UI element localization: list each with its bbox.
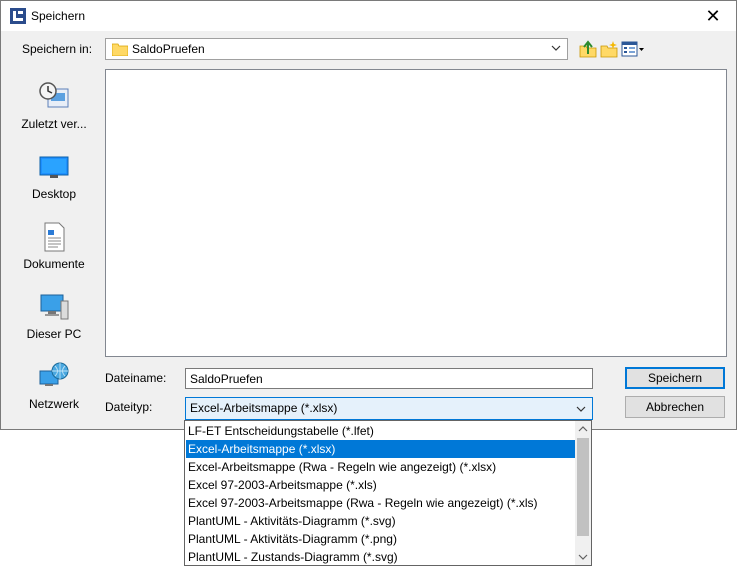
filename-label: Dateiname: [105,371,167,385]
desktop-icon [39,156,69,178]
computer-icon [40,294,69,320]
save-in-folder: SaldoPruefen [132,42,205,56]
chevron-down-icon [576,406,586,412]
filetype-option[interactable]: PlantUML - Zustands-Diagramm (*.svg) [186,548,576,566]
view-menu-icon[interactable] [621,40,645,58]
save-dialog: Speichern ✕ Speichern in: SaldoPruefen Z… [0,0,737,430]
filetype-option[interactable]: PlantUML - Aktivitäts-Diagramm (*.svg) [186,512,576,530]
filename-value: SaldoPruefen [190,372,263,386]
title-bar: Speichern ✕ [1,1,736,31]
place-recent[interactable]: Zuletzt ver... [9,81,99,141]
place-this-pc[interactable]: Dieser PC [9,291,99,351]
close-icon: ✕ [705,5,721,26]
save-button[interactable]: Speichern [625,367,725,389]
filetype-option[interactable]: Excel 97-2003-Arbeitsmappe (*.xls) [186,476,576,494]
up-folder-icon[interactable] [579,40,597,58]
file-list[interactable] [105,69,727,357]
filetype-option[interactable]: PlantUML - Aktivitäts-Diagramm (*.png) [186,530,576,548]
filetype-option[interactable]: Excel-Arbeitsmappe (Rwa - Regeln wie ang… [186,458,576,476]
scrollbar-thumb[interactable] [577,438,589,536]
filetype-combo[interactable]: Excel-Arbeitsmappe (*.xlsx) [185,397,593,420]
place-documents[interactable]: Dokumente [9,221,99,281]
window-title: Speichern [31,9,86,23]
scroll-up-icon[interactable] [575,421,591,437]
network-icon [39,362,69,386]
scroll-down-icon[interactable] [575,549,591,565]
place-label: Zuletzt ver... [21,117,87,131]
place-label: Dieser PC [26,327,82,341]
dropdown-scrollbar[interactable] [575,421,591,565]
cancel-button[interactable]: Abbrechen [625,396,725,418]
folder-icon [112,43,128,56]
filetype-option[interactable]: Excel 97-2003-Arbeitsmappe (Rwa - Regeln… [186,494,576,512]
place-network[interactable]: Netzwerk [9,361,99,421]
chevron-down-icon [551,45,561,51]
save-in-label: Speichern in: [22,42,93,56]
place-label: Desktop [31,187,77,201]
documents-icon [44,222,65,252]
close-button[interactable]: ✕ [690,1,736,31]
filetype-label: Dateityp: [105,400,153,414]
new-folder-icon[interactable] [600,40,618,58]
filetype-option-selected[interactable]: Excel-Arbeitsmappe (*.xlsx) [186,440,576,458]
filetype-option[interactable]: LF-ET Entscheidungstabelle (*.lfet) [186,422,576,440]
place-label: Netzwerk [28,397,79,411]
app-icon [10,8,26,24]
filename-input[interactable]: SaldoPruefen [185,368,593,389]
place-label: Dokumente [23,257,85,271]
place-desktop[interactable]: Desktop [9,151,99,211]
filetype-dropdown-list[interactable]: LF-ET Entscheidungstabelle (*.lfet) Exce… [184,420,592,566]
places-bar: Zuletzt ver... Desktop Dokumente Dieser … [9,69,99,419]
filetype-value: Excel-Arbeitsmappe (*.xlsx) [190,401,338,415]
recent-places-icon [39,82,69,108]
save-in-combo[interactable]: SaldoPruefen [105,38,568,60]
